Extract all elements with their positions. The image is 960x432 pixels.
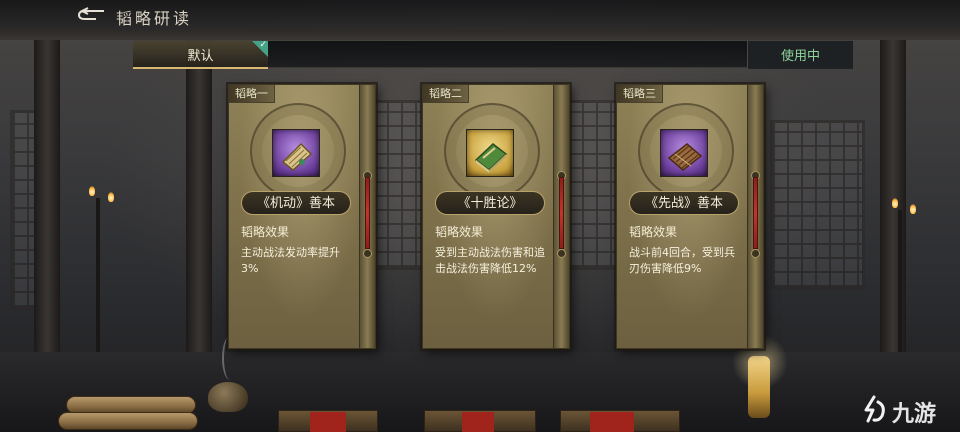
back-button[interactable]: [76, 7, 106, 23]
scroll-book-icon: [281, 142, 313, 171]
green-book-icon: [474, 143, 508, 173]
card-rail: [747, 85, 763, 348]
book-name: 《机动》善本: [241, 191, 351, 215]
rail-bar: [365, 177, 370, 249]
effect-text: 受到主动战法伤害和追击战法伤害降低12%: [435, 246, 545, 275]
rail-bar: [559, 177, 564, 249]
candle-flame: [910, 204, 916, 214]
tab-default-label: 默认: [187, 49, 214, 64]
watermark-logo-icon: [864, 395, 885, 423]
strategy-card-2[interactable]: 韬略二 《十胜论》 韬略效果 受到主动战法伤害和追击战法伤害降低12%: [422, 84, 570, 349]
oil-lamp: [748, 356, 770, 418]
rail-knob: [751, 249, 760, 258]
effect-text: 战斗前4回合，受到兵刃伤害降低9%: [629, 246, 735, 275]
lattice-window: [770, 120, 865, 290]
incense-burner: [208, 382, 248, 412]
bamboo-book-icon: [667, 143, 703, 171]
card-rail: [553, 85, 569, 348]
strategy-card-1[interactable]: 韬略一 《机动》善本 韬略效果 主动战法发动率提升3%: [228, 84, 376, 349]
card-rail: [359, 85, 375, 348]
in-use-label: 使用中: [780, 49, 820, 64]
in-use-button[interactable]: 使用中: [747, 41, 853, 69]
effect-title: 韬略效果: [241, 225, 290, 239]
preset-tab-strip: 默认 ✓ 使用中: [133, 40, 853, 69]
rail-bar: [753, 177, 758, 249]
candle-flame: [89, 186, 95, 196]
book-slot[interactable]: [466, 129, 514, 177]
card-tag: 韬略一: [229, 85, 275, 103]
effect-title: 韬略效果: [435, 225, 484, 239]
rail-knob: [557, 249, 566, 258]
scroll-bundle: [58, 412, 198, 430]
back-arrow-icon: [77, 7, 104, 20]
watermark: 九游: [860, 392, 952, 427]
book-band: [590, 412, 634, 432]
card-tag: 韬略二: [423, 85, 469, 103]
card-tag: 韬略三: [617, 85, 663, 103]
strategy-card-3[interactable]: 韬略三 《先战》善本 韬略效果 战斗前4回合，受到兵刃伤害降低9%: [616, 84, 764, 349]
book-slot[interactable]: [272, 129, 320, 177]
book-name: 《先战》善本: [629, 191, 739, 215]
book-band: [462, 412, 494, 432]
tab-default[interactable]: 默认 ✓: [133, 40, 268, 69]
candle-stand: [96, 198, 100, 358]
check-icon: ✓: [259, 40, 267, 50]
effect-title: 韬略效果: [629, 225, 678, 239]
candle-flame: [892, 198, 898, 208]
page-title: 韬略研读: [116, 9, 193, 28]
top-bar: 韬略研读: [0, 0, 960, 30]
candle-flame: [108, 192, 114, 202]
candle-stand: [898, 210, 902, 360]
book-name: 《十胜论》: [435, 191, 545, 215]
book-band: [310, 412, 346, 432]
watermark-text: 九游: [892, 402, 937, 427]
book-slot[interactable]: [660, 129, 708, 177]
rail-knob: [363, 249, 372, 258]
effect-text: 主动战法发动率提升3%: [241, 246, 340, 275]
ceiling-beam: [0, 30, 960, 40]
lattice-window: [370, 100, 430, 270]
